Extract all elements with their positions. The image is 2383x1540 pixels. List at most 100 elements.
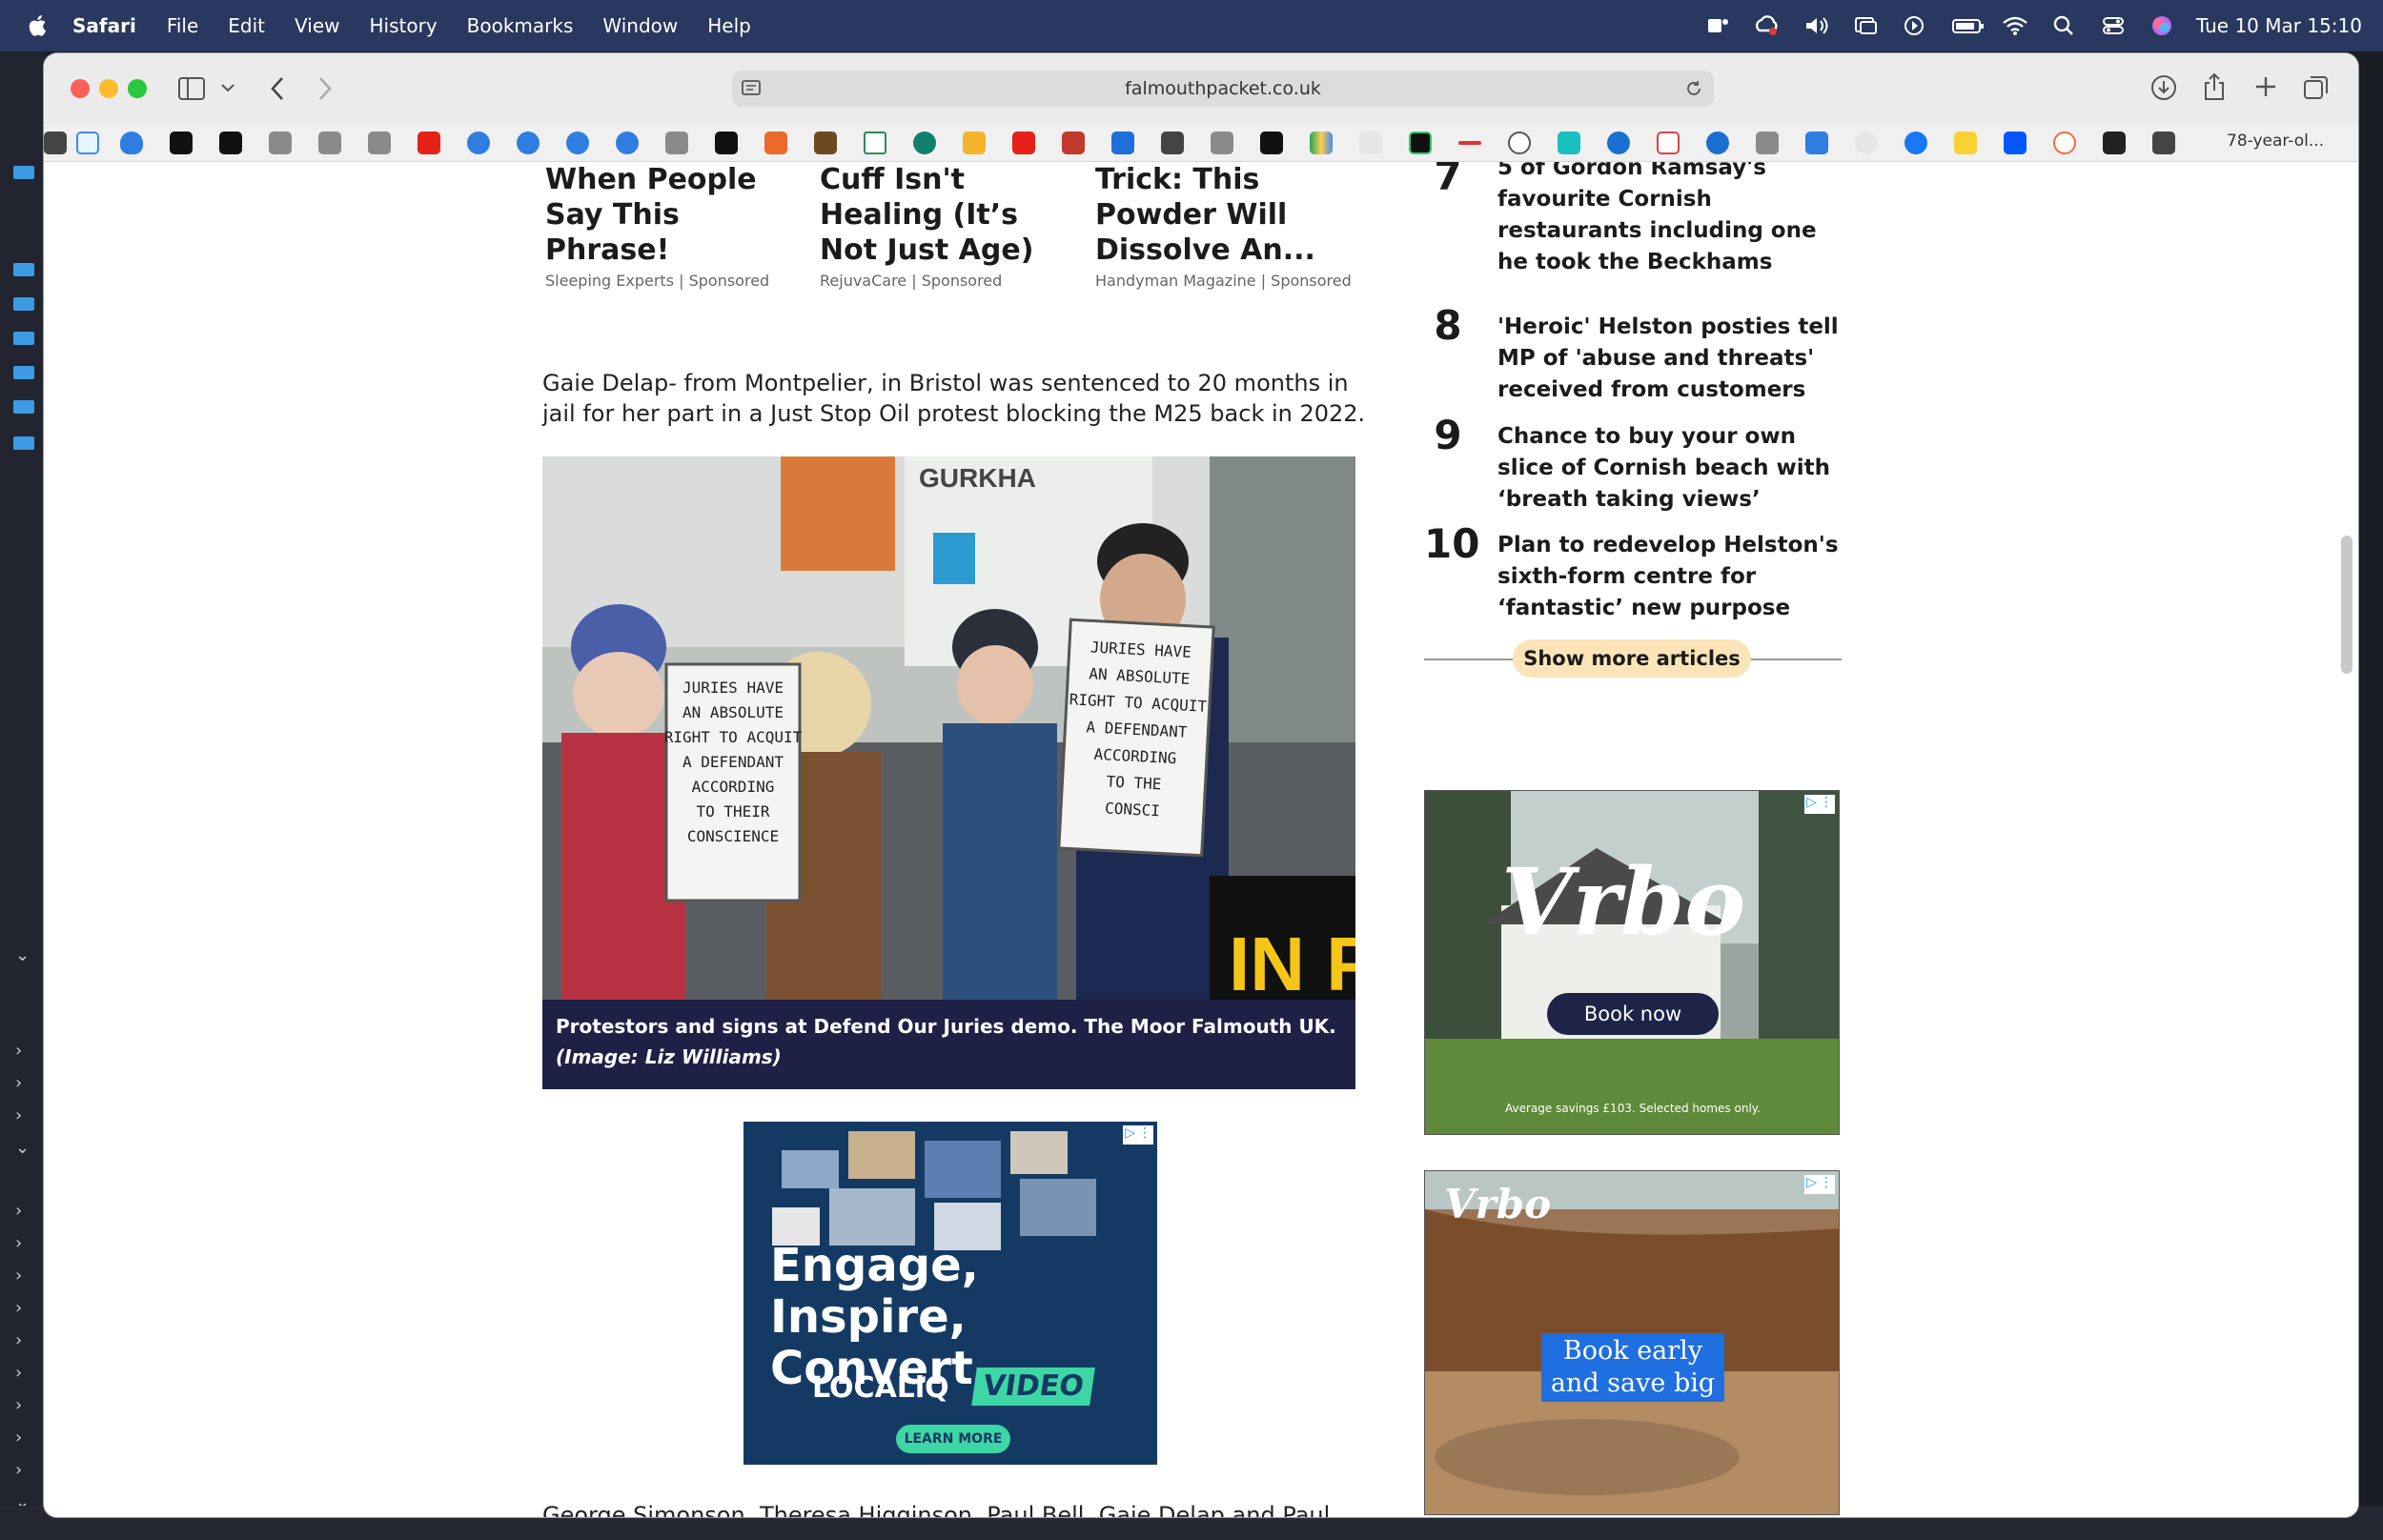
bookmark-m-icon[interactable]: [1756, 132, 1779, 154]
bookmark-l-icon[interactable]: [665, 132, 688, 154]
bookmark-p-icon[interactable]: [219, 132, 242, 154]
bookmark-outlook-icon[interactable]: [1805, 132, 1828, 154]
bookmark-j-icon[interactable]: [368, 132, 391, 154]
bookmark-cube-icon[interactable]: [2152, 132, 2175, 154]
ad-close-icon[interactable]: ⋮: [1820, 1175, 1833, 1194]
ad-close-icon[interactable]: ⋮: [1138, 1125, 1151, 1145]
chevron-right-icon[interactable]: ›: [15, 1395, 22, 1415]
vrbo-ad[interactable]: Vrbo Book early and save big ▷ ⋮: [1424, 1170, 1840, 1515]
bookmark-youtube-icon[interactable]: [1012, 132, 1035, 154]
creative-cloud-icon[interactable]: [1754, 15, 1781, 36]
menubar-clock[interactable]: Tue 10 Mar 15:10: [2196, 14, 2362, 37]
bookmark-s-green-icon[interactable]: [1409, 132, 1432, 154]
sponsored-card[interactable]: When People Say This Phrase! Sleeping Ex…: [545, 162, 803, 290]
localiq-ad[interactable]: Engage, Inspire, Convert LOCALiQ VIDEO L…: [743, 1122, 1157, 1465]
teams-icon[interactable]: [1704, 15, 1731, 36]
bookmark-teal-icon[interactable]: [1558, 132, 1580, 154]
rank-title[interactable]: Chance to buy your own slice of Cornish …: [1497, 421, 1850, 516]
bookmark-behance-icon[interactable]: [2004, 132, 2027, 154]
menu-app-name[interactable]: Safari: [72, 14, 136, 37]
ad-info-icon[interactable]: ▷: [1125, 1125, 1135, 1145]
address-bar[interactable]: falmouthpacket.co.uk: [732, 71, 1714, 107]
show-more-articles-button[interactable]: Show more articles: [1513, 639, 1751, 678]
bookmark-outlook-icon[interactable]: [1111, 132, 1134, 154]
menu-edit[interactable]: Edit: [228, 14, 265, 37]
chevron-down-icon[interactable]: ⌄: [15, 1138, 30, 1158]
chevron-right-icon[interactable]: ›: [15, 1266, 22, 1286]
chevron-right-icon[interactable]: ›: [15, 1233, 22, 1253]
bookmark-compass-icon[interactable]: [1508, 132, 1531, 154]
menu-help[interactable]: Help: [707, 14, 751, 37]
chevron-right-icon[interactable]: ›: [15, 1460, 22, 1480]
tab-overview-icon[interactable]: [2303, 74, 2330, 101]
book-now-button[interactable]: Book now: [1547, 993, 1719, 1035]
sponsored-title[interactable]: Trick: This Powder Will Dissolve An...: [1095, 162, 1353, 268]
chevron-right-icon[interactable]: ›: [15, 1073, 22, 1093]
bookmark-youtube-icon[interactable]: [418, 132, 440, 154]
bookmark-cube-icon[interactable]: [1161, 132, 1184, 154]
sponsored-title[interactable]: When People Say This Phrase!: [545, 162, 803, 268]
bookmark-screenshot-icon[interactable]: [76, 132, 99, 154]
spotlight-search-icon[interactable]: [2051, 15, 2078, 36]
menu-view[interactable]: View: [295, 14, 339, 37]
bookmark-dot-icon[interactable]: [1706, 132, 1729, 154]
control-center-icon[interactable]: [2101, 15, 2128, 36]
zoom-window-button[interactable]: [128, 79, 147, 98]
bookmark-stack-icon[interactable]: [2103, 132, 2126, 154]
bookmark-f-icon[interactable]: [318, 132, 341, 154]
rank-title[interactable]: 5 of Gordon Ramsay's favourite Cornish r…: [1497, 162, 1850, 278]
reload-icon[interactable]: [1685, 80, 1702, 97]
book-early-banner[interactable]: Book early and save big: [1541, 1333, 1724, 1402]
play-icon[interactable]: [1903, 15, 1929, 36]
bookmark-blank-icon[interactable]: [1359, 132, 1382, 154]
chevron-right-icon[interactable]: ›: [15, 1105, 22, 1125]
screen-mirror-icon[interactable]: [1853, 15, 1880, 36]
minimize-window-button[interactable]: [99, 79, 118, 98]
bookmark-onedrive-icon[interactable]: [467, 132, 490, 154]
bookmark-bolt-icon[interactable]: [2053, 132, 2076, 154]
rank-title[interactable]: 'Heroic' Helston posties tell MP of 'abu…: [1497, 312, 1850, 406]
bookmark-italic-icon[interactable]: [715, 132, 738, 154]
new-tab-icon[interactable]: [2253, 74, 2278, 99]
bookmark-ls-icon[interactable]: [1954, 132, 1977, 154]
bookmark-facebook-icon[interactable]: [1904, 132, 1927, 154]
bookmark-circle-icon[interactable]: [913, 132, 936, 154]
apple-icon[interactable]: [25, 12, 51, 39]
bookmark-dot-icon[interactable]: [1607, 132, 1630, 154]
share-icon[interactable]: [2202, 72, 2227, 101]
url-text[interactable]: falmouthpacket.co.uk: [1125, 78, 1321, 99]
ad-close-icon[interactable]: ⋮: [1820, 795, 1833, 814]
ad-info-icon[interactable]: ▷: [1806, 795, 1817, 814]
bookmark-onedrive-icon[interactable]: [120, 132, 143, 154]
bookmark-triangle-icon[interactable]: [864, 132, 886, 154]
wifi-icon[interactable]: [2002, 15, 2028, 36]
chevron-down-icon[interactable]: ⌄: [15, 945, 30, 965]
chevron-right-icon[interactable]: ›: [15, 1428, 22, 1448]
chevron-right-icon[interactable]: ›: [15, 1201, 22, 1221]
volume-icon[interactable]: [1803, 15, 1830, 36]
menu-history[interactable]: History: [370, 14, 438, 37]
ad-choices[interactable]: ▷ ⋮: [1804, 1175, 1835, 1194]
bookmark-drive-icon[interactable]: [1310, 132, 1333, 154]
back-arrow-icon[interactable]: [269, 76, 286, 101]
bookmark-blank-icon[interactable]: [1855, 132, 1878, 154]
bookmark-onedrive-icon[interactable]: [616, 132, 639, 154]
sponsored-card[interactable]: Cuff Isn't Healing (It’s Not Just Age) R…: [820, 162, 1077, 290]
bookmark-line-icon[interactable]: [1458, 141, 1481, 145]
bookmark-gmail-icon[interactable]: [1657, 132, 1680, 154]
chevron-right-icon[interactable]: ›: [15, 1041, 22, 1061]
bookmark-e-icon[interactable]: [764, 132, 787, 154]
ad-choices[interactable]: ▷ ⋮: [1804, 795, 1835, 814]
bookmark-p-icon[interactable]: [170, 132, 193, 154]
bookmark-s-icon[interactable]: [269, 132, 292, 154]
learn-more-button[interactable]: LEARN MORE: [896, 1425, 1010, 1453]
chevron-down-icon[interactable]: [221, 84, 234, 93]
rank-title[interactable]: Plan to redevelop Helston's sixth-form c…: [1497, 530, 1850, 624]
chevron-right-icon[interactable]: ›: [15, 1330, 22, 1350]
siri-icon[interactable]: [2150, 15, 2177, 36]
vrbo-ad[interactable]: Vrbo Book now Average savings £103. Sele…: [1424, 790, 1840, 1135]
bookmark-italic-icon[interactable]: [1260, 132, 1283, 154]
bookmark-a2l-icon[interactable]: [1062, 132, 1085, 154]
close-window-button[interactable]: [71, 79, 90, 98]
bookmark-ob-icon[interactable]: [963, 132, 986, 154]
